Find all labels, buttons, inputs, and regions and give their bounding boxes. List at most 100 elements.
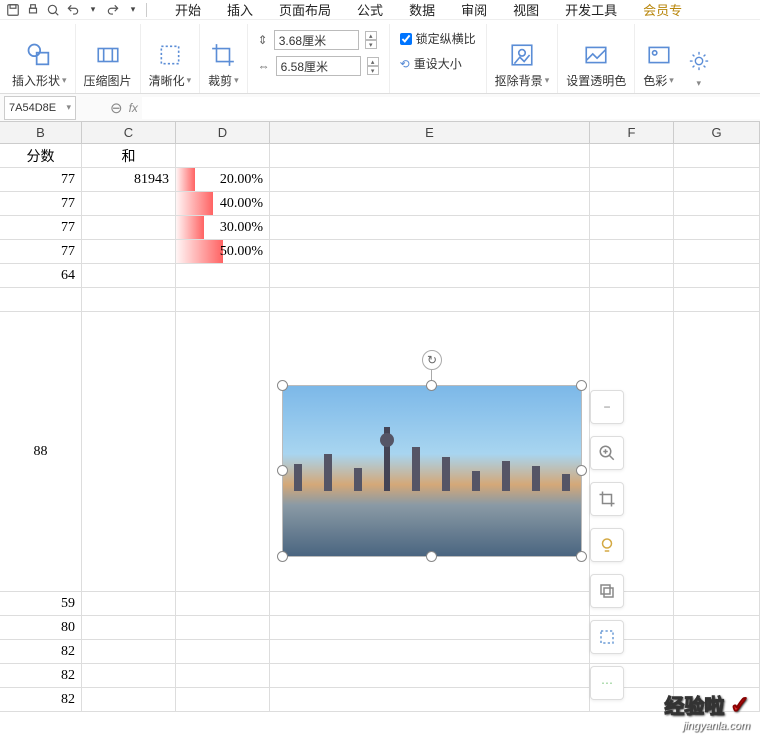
cell[interactable]: 82 (0, 664, 82, 687)
cell[interactable] (270, 664, 590, 687)
tab-view[interactable]: 视图 (509, 0, 543, 21)
redo-dropdown[interactable]: ▾ (124, 1, 142, 19)
reset-size-button[interactable]: ⟲ 重设大小 (400, 55, 476, 72)
cell[interactable] (674, 640, 760, 663)
name-box[interactable]: 7A54D8E▾ (4, 96, 76, 120)
cell[interactable] (82, 216, 176, 239)
cell[interactable] (82, 592, 176, 615)
cell[interactable] (674, 288, 760, 311)
cell[interactable]: 88 (0, 312, 82, 591)
more-button[interactable]: ⋯ (590, 666, 624, 700)
tab-formula[interactable]: 公式 (353, 0, 387, 21)
cell[interactable]: 82 (0, 640, 82, 663)
cell[interactable] (82, 312, 176, 591)
cell[interactable] (176, 312, 270, 591)
layer-button[interactable] (590, 574, 624, 608)
transparency-button[interactable]: 设置透明色 (558, 24, 635, 93)
width-input[interactable] (276, 56, 361, 76)
compress-button[interactable]: 压缩图片 (76, 24, 141, 93)
cell[interactable] (82, 688, 176, 711)
cell[interactable] (674, 264, 760, 287)
cell[interactable] (82, 264, 176, 287)
cell[interactable] (674, 616, 760, 639)
height-up[interactable]: ▴ (365, 31, 377, 40)
height-input[interactable] (274, 30, 359, 50)
tab-layout[interactable]: 页面布局 (275, 0, 335, 21)
undo-dropdown[interactable]: ▾ (84, 1, 102, 19)
cell[interactable]: 77 (0, 216, 82, 239)
cell[interactable] (82, 640, 176, 663)
print-icon[interactable] (24, 1, 42, 19)
cell[interactable] (270, 616, 590, 639)
cell[interactable] (674, 216, 760, 239)
cell[interactable]: 50.00% (176, 240, 270, 263)
resize-handle-ne[interactable] (576, 380, 587, 391)
crop-float-button[interactable] (590, 482, 624, 516)
cell[interactable] (176, 144, 270, 167)
cell[interactable] (82, 192, 176, 215)
cell[interactable] (270, 192, 590, 215)
clarity-button[interactable]: 清晰化▾ (141, 24, 201, 93)
cell[interactable] (176, 592, 270, 615)
redo-icon[interactable] (104, 1, 122, 19)
col-F[interactable]: F (590, 122, 674, 143)
namebox-dropdown[interactable]: ▾ (66, 102, 71, 113)
fx-label[interactable]: fx (129, 101, 138, 115)
cell[interactable] (590, 216, 674, 239)
cell[interactable] (82, 240, 176, 263)
selected-image[interactable]: ↻ (282, 385, 582, 557)
cell[interactable]: 81943 (82, 168, 176, 191)
crop-button[interactable]: 裁剪▾ (200, 24, 248, 93)
cell[interactable]: 82 (0, 688, 82, 711)
cell[interactable]: 20.00% (176, 168, 270, 191)
col-D[interactable]: D (176, 122, 270, 143)
formula-input[interactable] (142, 97, 760, 119)
cell[interactable] (674, 664, 760, 687)
cell[interactable] (590, 144, 674, 167)
cell[interactable] (270, 168, 590, 191)
resize-handle-nw[interactable] (277, 380, 288, 391)
rotate-handle[interactable]: ↻ (422, 350, 442, 370)
cell[interactable] (176, 264, 270, 287)
cell[interactable] (0, 288, 82, 311)
resize-handle-w[interactable] (277, 465, 288, 476)
tab-review[interactable]: 审阅 (457, 0, 491, 21)
cell[interactable]: 80 (0, 616, 82, 639)
cell[interactable]: 64 (0, 264, 82, 287)
col-B[interactable]: B (0, 122, 82, 143)
cell[interactable] (674, 592, 760, 615)
col-C[interactable]: C (82, 122, 176, 143)
tab-member[interactable]: 会员专 (639, 0, 686, 21)
brightness-button[interactable]: ▾ (682, 24, 722, 93)
cell[interactable] (270, 592, 590, 615)
color-button[interactable]: 色彩▾ (635, 24, 682, 93)
cell[interactable]: 和 (82, 144, 176, 167)
width-down[interactable]: ▾ (367, 66, 379, 75)
height-down[interactable]: ▾ (365, 40, 377, 49)
col-G[interactable]: G (674, 122, 760, 143)
cell[interactable] (590, 192, 674, 215)
cell[interactable]: 77 (0, 192, 82, 215)
cell[interactable]: 59 (0, 592, 82, 615)
select-button[interactable] (590, 620, 624, 654)
cell[interactable] (270, 144, 590, 167)
resize-handle-sw[interactable] (277, 551, 288, 562)
cancel-formula-icon[interactable]: ⊖ (110, 99, 123, 117)
cell[interactable] (674, 168, 760, 191)
tab-start[interactable]: 开始 (171, 0, 205, 21)
cell[interactable] (176, 616, 270, 639)
save-icon[interactable] (4, 1, 22, 19)
cell[interactable] (674, 312, 760, 591)
cell[interactable] (674, 192, 760, 215)
zoom-in-button[interactable] (590, 436, 624, 470)
cell[interactable] (590, 240, 674, 263)
cell[interactable] (82, 664, 176, 687)
cell[interactable] (270, 216, 590, 239)
tab-data[interactable]: 数据 (405, 0, 439, 21)
resize-handle-s[interactable] (426, 551, 437, 562)
resize-handle-n[interactable] (426, 380, 437, 391)
cell[interactable] (176, 288, 270, 311)
cell[interactable]: 77 (0, 168, 82, 191)
cell[interactable] (674, 144, 760, 167)
resize-handle-e[interactable] (576, 465, 587, 476)
